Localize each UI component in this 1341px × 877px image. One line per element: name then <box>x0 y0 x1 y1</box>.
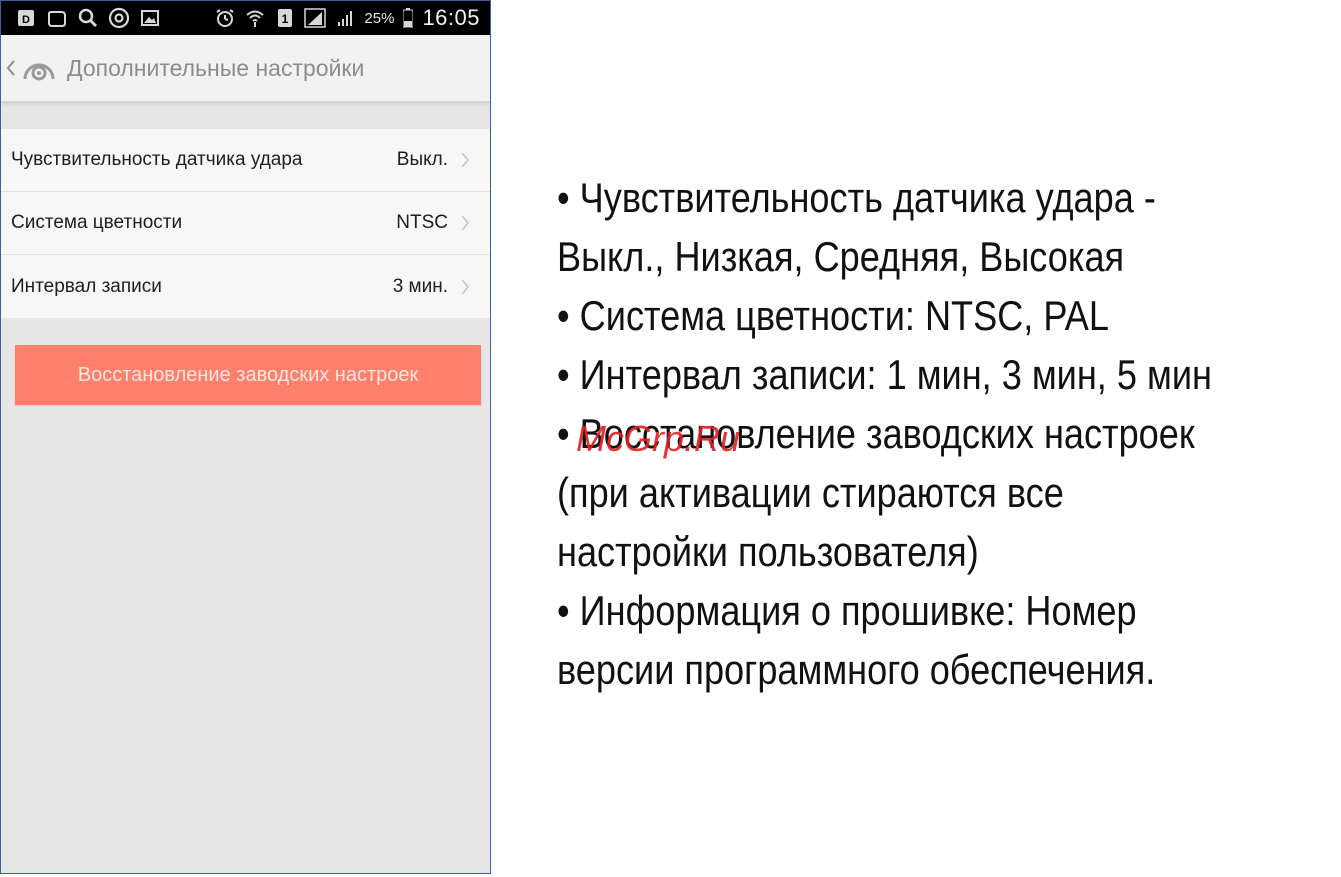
factory-reset-button[interactable]: Восстановление заводских настроек <box>15 345 481 405</box>
settings-list: Чувствительность датчика удара Выкл. Сис… <box>1 129 490 318</box>
setting-row-record-interval[interactable]: Интервал записи 3 мин. <box>1 255 490 318</box>
description-line: версии программного обеспечения. <box>557 646 1156 693</box>
description-line: • Информация о прошивке: Номер <box>557 587 1137 634</box>
description-line: • Интервал записи: 1 мин, 3 мин, 5 мин <box>557 351 1212 398</box>
description-line: • Чувствительность датчика удара - <box>557 174 1156 221</box>
description-line: • Система цветности: NTSC, PAL <box>557 292 1109 339</box>
setting-label: Интервал записи <box>11 275 162 297</box>
at-icon <box>108 7 130 29</box>
setting-row-color-system[interactable]: Система цветности NTSC <box>1 192 490 255</box>
status-bar: D 1 25% 16:05 <box>1 1 490 35</box>
signal-icon <box>334 7 356 29</box>
battery-icon <box>402 7 414 29</box>
chevron-right-icon <box>460 277 474 297</box>
svg-text:D: D <box>22 14 30 26</box>
setting-label: Система цветности <box>11 212 183 233</box>
description-line: настройки пользователя) <box>557 528 979 575</box>
setting-row-shock-sensitivity[interactable]: Чувствительность датчика удара Выкл. <box>1 129 490 192</box>
screenshot-icon: D <box>15 7 37 29</box>
chevron-right-icon <box>460 213 474 233</box>
setting-label: Чувствительность датчика удара <box>11 149 303 170</box>
circle-icon <box>46 7 68 29</box>
page-title: Дополнительные настройки <box>67 54 365 81</box>
chevron-right-icon <box>460 150 474 170</box>
watermark: McGrp.Ru <box>576 418 741 459</box>
setting-value: NTSC <box>396 212 448 233</box>
signal-icon <box>304 7 327 29</box>
alarm-icon <box>214 7 236 29</box>
battery-percent: 25% <box>364 9 395 27</box>
search-icon <box>77 7 99 29</box>
back-arrow-icon[interactable] <box>5 56 19 80</box>
clock: 16:05 <box>422 5 480 30</box>
setting-value: Выкл. <box>396 149 448 170</box>
description-line: (при активации стираются все <box>557 469 1064 516</box>
title-bar: Дополнительные настройки <box>1 35 490 102</box>
wifi-icon <box>244 7 266 29</box>
svg-text:1: 1 <box>282 12 289 26</box>
app-logo-icon[interactable] <box>21 53 57 83</box>
setting-value: 3 мин. <box>392 275 448 297</box>
sim-icon: 1 <box>274 7 296 29</box>
image-icon <box>139 7 161 29</box>
phone-screen: D 1 25% 16:05 Дополнительные настройки Ч… <box>0 0 491 874</box>
description-line: Выкл., Низкая, Средняя, Высокая <box>557 233 1125 280</box>
